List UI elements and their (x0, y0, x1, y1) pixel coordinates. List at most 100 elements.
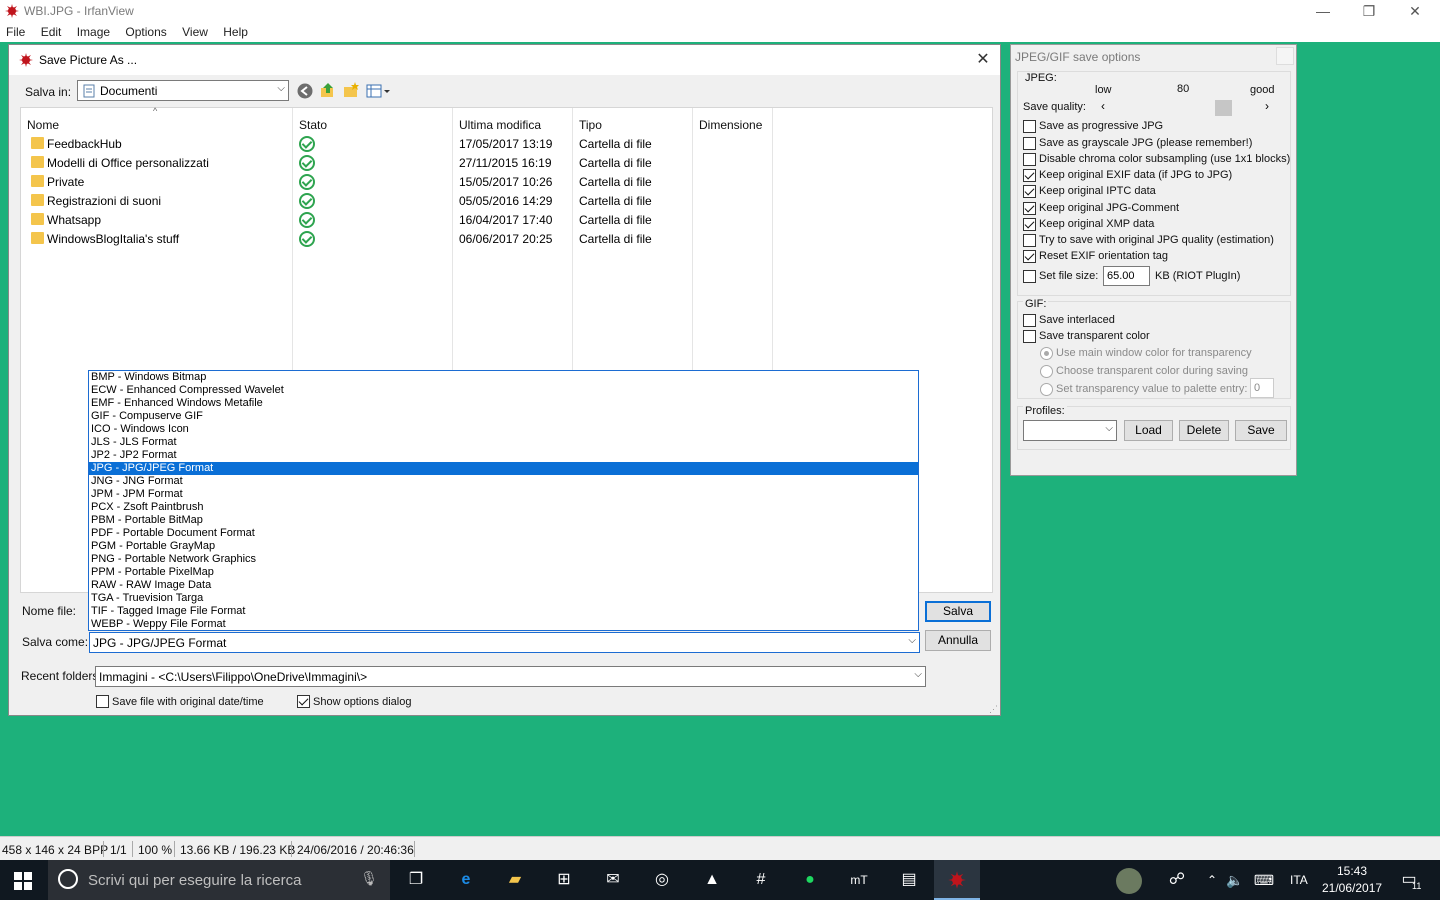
keyboard-icon[interactable]: ⌨ (1253, 870, 1275, 890)
keep-xmp-checkbox[interactable] (1023, 218, 1036, 231)
original-quality-checkbox[interactable] (1023, 234, 1036, 247)
save-in-combo[interactable]: Documenti ⌵ (77, 80, 289, 101)
list-item[interactable]: EMF - Enhanced Windows Metafile (89, 397, 918, 410)
resize-grip-icon[interactable]: ⋰ (989, 704, 998, 715)
language-indicator[interactable]: ITA (1290, 873, 1308, 887)
slider-thumb[interactable] (1215, 100, 1232, 116)
column-modified[interactable]: Ultima modifica (459, 118, 541, 132)
set-file-size-checkbox[interactable] (1023, 270, 1036, 283)
radio-choose-color[interactable] (1040, 365, 1053, 378)
reset-orientation-checkbox[interactable] (1023, 250, 1036, 263)
menu-view[interactable]: View (176, 22, 214, 39)
edge-icon[interactable]: e (455, 870, 477, 890)
format-dropdown-list[interactable]: BMP - Windows Bitmap ECW - Enhanced Comp… (88, 370, 919, 631)
keep-exif-checkbox[interactable] (1023, 169, 1036, 182)
list-item[interactable]: ECW - Enhanced Compressed Wavelet (89, 384, 918, 397)
microphone-icon[interactable]: 🎙 (360, 870, 378, 887)
chroma-checkbox[interactable] (1023, 153, 1036, 166)
clock-time[interactable]: 15:43 (1337, 864, 1367, 878)
documents-icon[interactable]: ▤ (898, 870, 920, 890)
cancel-button[interactable]: Annulla (925, 630, 991, 651)
clock-date[interactable]: 21/06/2017 (1322, 881, 1382, 895)
original-quality-label: Try to save with original JPG quality (e… (1039, 234, 1274, 246)
close-window-button[interactable]: ✕ (1392, 0, 1438, 22)
photos-icon[interactable]: ▲ (701, 870, 723, 890)
menu-options[interactable]: Options (119, 22, 172, 39)
load-button[interactable]: Load (1124, 420, 1173, 441)
profiles-combo[interactable]: ⌵ (1023, 420, 1117, 441)
task-view-icon[interactable]: ❐ (405, 870, 427, 890)
list-item[interactable]: RAW - RAW Image Data (89, 579, 918, 592)
grayscale-checkbox[interactable] (1023, 137, 1036, 150)
save-as-combo[interactable]: JPG - JPG/JPEG Format ⌵ (89, 632, 920, 653)
column-status[interactable]: Stato (299, 118, 327, 132)
menu-help[interactable]: Help (217, 22, 254, 39)
spotify-icon[interactable]: ● (799, 870, 821, 890)
list-item[interactable]: JNG - JNG Format (89, 475, 918, 488)
list-item[interactable]: GIF - Compuserve GIF (89, 410, 918, 423)
file-explorer-icon[interactable]: ▰ (504, 870, 526, 890)
row-modified: 16/04/2017 17:40 (459, 213, 553, 227)
list-item[interactable]: TIF - Tagged Image File Format (89, 605, 918, 618)
palette-entry-input[interactable]: 0 (1250, 378, 1274, 398)
transparent-checkbox[interactable] (1023, 330, 1036, 343)
profile-save-button[interactable]: Save (1235, 420, 1287, 441)
list-item[interactable]: JPM - JPM Format (89, 488, 918, 501)
row-name: WindowsBlogItalia's stuff (47, 232, 180, 246)
delete-button[interactable]: Delete (1179, 420, 1229, 441)
store-icon[interactable]: ⊞ (553, 870, 575, 890)
menu-edit[interactable]: Edit (35, 22, 68, 39)
menu-file[interactable]: File (0, 22, 31, 39)
column-type[interactable]: Tipo (579, 118, 602, 132)
view-menu-icon[interactable] (366, 82, 392, 100)
list-item[interactable]: JLS - JLS Format (89, 436, 918, 449)
save-button[interactable]: Salva (925, 601, 991, 622)
progressive-checkbox[interactable] (1023, 120, 1036, 133)
list-item[interactable]: PDF - Portable Document Format (89, 527, 918, 540)
people-icon[interactable]: ☍ (1166, 870, 1188, 890)
list-item[interactable]: PCX - Zsoft Paintbrush (89, 501, 918, 514)
interlaced-checkbox[interactable] (1023, 314, 1036, 327)
recent-folders-combo[interactable]: Immagini - <C:\Users\Filippo\OneDrive\Im… (95, 666, 926, 687)
groove-music-icon[interactable]: ◎ (651, 870, 673, 890)
list-item[interactable]: PGM - Portable GrayMap (89, 540, 918, 553)
file-size-input[interactable]: 65.00 (1103, 266, 1150, 286)
chevron-up-icon[interactable]: ⌃ (1201, 870, 1223, 890)
close-icon[interactable] (1276, 47, 1294, 65)
quality-slider[interactable]: ‹ › (1097, 99, 1273, 116)
list-item[interactable]: JP2 - JP2 Format (89, 449, 918, 462)
list-item[interactable]: PPM - Portable PixelMap (89, 566, 918, 579)
mytube-icon[interactable]: mT (846, 870, 872, 890)
list-item[interactable]: PBM - Portable BitMap (89, 514, 918, 527)
list-item[interactable]: ICO - Windows Icon (89, 423, 918, 436)
minimize-button[interactable]: — (1300, 0, 1346, 22)
chevron-right-icon[interactable]: › (1265, 99, 1269, 113)
keep-comment-checkbox[interactable] (1023, 202, 1036, 215)
slack-icon[interactable]: # (750, 870, 772, 890)
mail-icon[interactable]: ✉ (602, 870, 624, 890)
radio-main-color[interactable] (1040, 347, 1053, 360)
close-icon[interactable]: ✕ (972, 49, 994, 71)
keep-date-checkbox[interactable] (96, 695, 109, 708)
menu-image[interactable]: Image (71, 22, 116, 39)
back-icon[interactable] (296, 82, 314, 100)
column-name[interactable]: Nome (27, 118, 59, 132)
list-item[interactable]: PNG - Portable Network Graphics (89, 553, 918, 566)
volume-icon[interactable]: 🔈 (1224, 870, 1246, 890)
avatar[interactable] (1116, 868, 1142, 894)
list-item-selected[interactable]: JPG - JPG/JPEG Format (89, 462, 918, 475)
restore-button[interactable]: ❐ (1346, 0, 1392, 22)
column-size[interactable]: Dimensione (699, 118, 762, 132)
show-options-checkbox[interactable] (297, 695, 310, 708)
windows-start-icon[interactable] (14, 872, 32, 890)
list-item[interactable]: BMP - Windows Bitmap (89, 371, 918, 384)
irfanview-task-button[interactable] (934, 860, 980, 900)
radio-palette-entry[interactable] (1040, 383, 1053, 396)
up-folder-icon[interactable] (319, 81, 337, 99)
new-folder-icon[interactable] (342, 81, 360, 99)
chevron-left-icon[interactable]: ‹ (1101, 99, 1105, 113)
list-item[interactable]: WEBP - Weppy File Format (89, 618, 918, 630)
list-item[interactable]: TGA - Truevision Targa (89, 592, 918, 605)
keep-iptc-checkbox[interactable] (1023, 185, 1036, 198)
taskbar-search[interactable]: Scrivi qui per eseguire la ricerca 🎙 (48, 860, 390, 900)
